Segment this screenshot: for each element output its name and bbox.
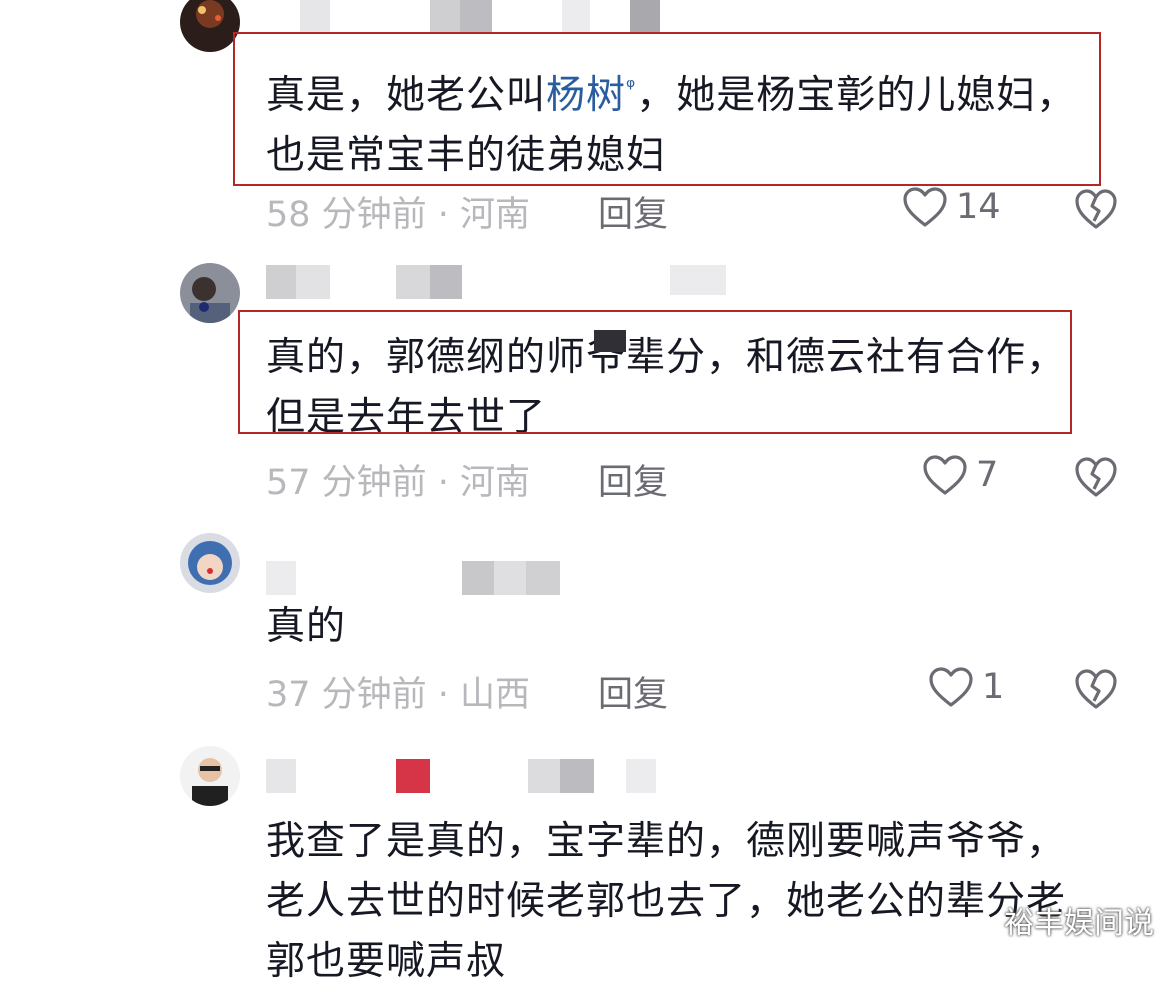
heart-outline-icon (923, 455, 967, 495)
comment-text: 我查了是真的，宝字辈的，德刚要喊声爷爷，老人去世的时候老郭也去了，她老公的辈分老… (266, 819, 1067, 984)
avatar[interactable] (180, 263, 240, 323)
broken-heart-icon[interactable] (1074, 188, 1118, 230)
highlight-box (238, 310, 1072, 434)
broken-heart-icon[interactable] (1074, 456, 1118, 498)
like-count: 1 (982, 667, 1005, 707)
like-count: 7 (976, 455, 999, 495)
avatar[interactable] (180, 0, 240, 52)
reply-button[interactable]: 回复 (598, 454, 668, 505)
time-location: 37 分钟前 · 山西 (266, 675, 531, 715)
broken-heart-icon[interactable] (1074, 668, 1118, 710)
time-location: 57 分钟前 · 河南 (266, 463, 531, 503)
like-button[interactable]: 7 (922, 454, 998, 496)
heart-outline-icon (903, 187, 947, 227)
heart-outline-icon (929, 667, 973, 707)
watermark: 裕丰娱间说 (1004, 906, 1154, 941)
avatar[interactable] (180, 533, 240, 593)
like-button[interactable]: 14 (902, 186, 1001, 228)
comment-text: 真的 (266, 604, 347, 649)
highlight-box (233, 32, 1101, 186)
like-count: 14 (956, 187, 1001, 227)
reply-button[interactable]: 回复 (598, 186, 668, 237)
time-location: 58 分钟前 · 河南 (266, 195, 531, 235)
avatar[interactable] (180, 746, 240, 806)
reply-button[interactable]: 回复 (598, 666, 668, 717)
like-button[interactable]: 1 (928, 666, 1004, 708)
